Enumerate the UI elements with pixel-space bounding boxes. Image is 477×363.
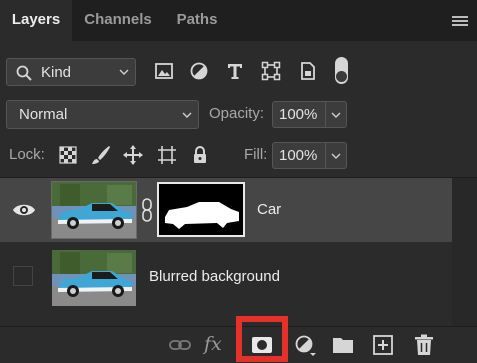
- layer-name[interactable]: Blurred background: [149, 268, 280, 285]
- layer-row-blurred-background[interactable]: Blurred background: [0, 245, 452, 309]
- link-layers-icon[interactable]: [168, 333, 192, 357]
- background-photo-thumbnail: [52, 250, 136, 306]
- adjustment-layer-icon[interactable]: [293, 333, 317, 357]
- fill-dropdown-button[interactable]: [325, 143, 346, 168]
- opacity-label: Opacity:: [209, 105, 265, 122]
- type-filter-icon[interactable]: [224, 60, 246, 82]
- layer-row-car[interactable]: Car: [0, 178, 452, 242]
- lock-transparent-pixels-icon[interactable]: [57, 144, 79, 166]
- chevron-down-icon: [331, 112, 341, 118]
- chevron-down-icon: [119, 69, 129, 75]
- lock-all-icon[interactable]: [189, 144, 211, 166]
- new-layer-icon[interactable]: [371, 333, 395, 357]
- layer-mask-thumbnail[interactable]: [157, 182, 245, 237]
- fill-field[interactable]: 100%: [272, 142, 347, 169]
- tab-channels[interactable]: Channels: [72, 0, 164, 41]
- layer-thumbnail: [51, 181, 137, 239]
- panel-menu-icon[interactable]: [452, 16, 468, 27]
- search-icon: [16, 65, 32, 81]
- shape-filter-icon[interactable]: [260, 60, 282, 82]
- visibility-toggle[interactable]: [13, 266, 33, 286]
- car-photo-thumbnail: [52, 182, 136, 238]
- layer-name[interactable]: Car: [257, 201, 281, 218]
- fill-value: 100%: [279, 147, 318, 164]
- smart-object-filter-icon[interactable]: [297, 60, 319, 82]
- filter-toggle[interactable]: [335, 57, 348, 84]
- filter-kind-label: Kind: [41, 64, 72, 81]
- mask-link-icon[interactable]: [141, 198, 153, 222]
- panel-tab-bar: Layers Channels Paths: [0, 0, 477, 41]
- mask-silhouette: [159, 184, 243, 235]
- layers-panel: Layers Channels Paths Kind Normal Opacit…: [0, 0, 477, 363]
- delete-icon[interactable]: [412, 333, 436, 357]
- opacity-field[interactable]: 100%: [272, 101, 347, 128]
- opacity-value: 100%: [279, 106, 318, 123]
- tab-paths[interactable]: Paths: [164, 0, 230, 41]
- fx-icon[interactable]: fx: [204, 333, 228, 357]
- blend-mode-value: Normal: [19, 106, 68, 123]
- add-mask-highlight-box: [236, 316, 288, 362]
- opacity-dropdown-button[interactable]: [325, 102, 346, 127]
- image-filter-icon[interactable]: [153, 60, 175, 82]
- layer-thumbnail: [52, 250, 136, 306]
- layers-scrollbar[interactable]: [452, 178, 477, 326]
- blend-mode-select[interactable]: Normal: [6, 100, 199, 129]
- tab-layers[interactable]: Layers: [0, 0, 72, 41]
- lock-image-pixels-icon[interactable]: [90, 144, 112, 166]
- adjustment-filter-icon[interactable]: [188, 60, 210, 82]
- chevron-down-icon: [331, 153, 341, 159]
- lock-label: Lock:: [9, 146, 45, 163]
- new-group-icon[interactable]: [331, 333, 355, 357]
- fill-label: Fill:: [244, 146, 268, 163]
- eye-icon[interactable]: [12, 202, 36, 218]
- filter-kind-select[interactable]: Kind: [6, 58, 136, 86]
- lock-artboard-icon[interactable]: [156, 144, 178, 166]
- lock-position-icon[interactable]: [122, 144, 144, 166]
- chevron-down-icon: [182, 112, 192, 118]
